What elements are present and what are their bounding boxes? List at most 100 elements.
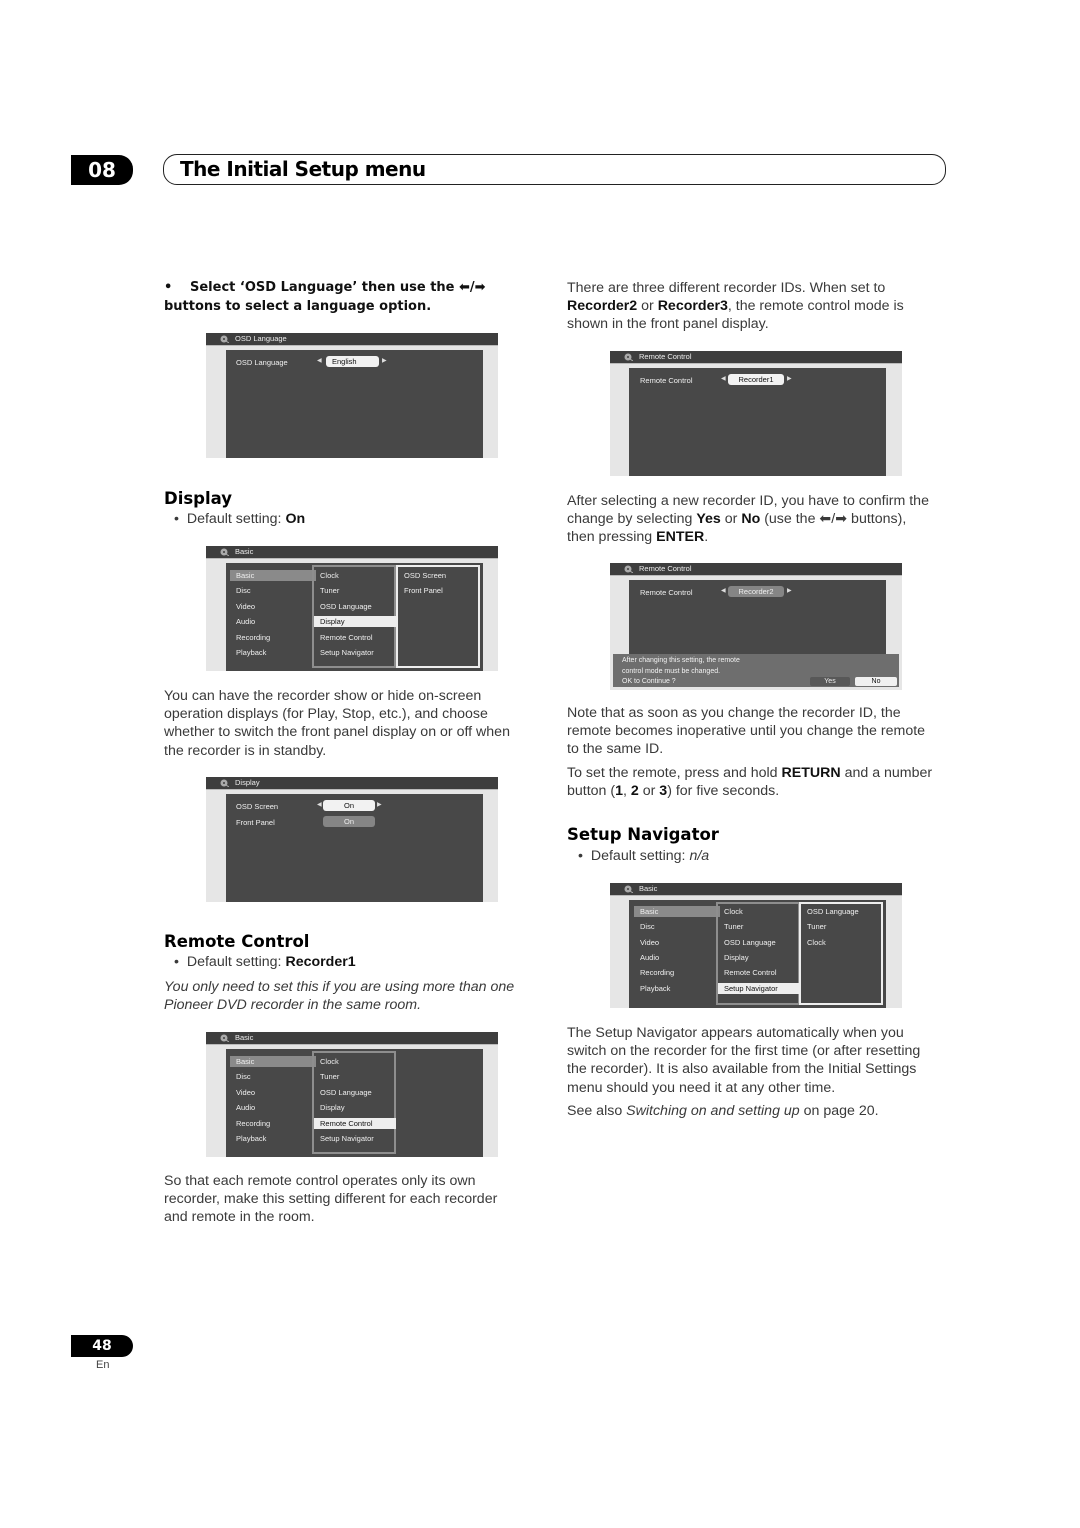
right-arrow-icon[interactable]: ▶ bbox=[377, 800, 382, 811]
submenu-osd-language[interactable]: OSD Language bbox=[314, 1087, 396, 1098]
no-button[interactable]: No bbox=[855, 677, 897, 686]
submenu-osd-language[interactable]: OSD Language bbox=[718, 937, 800, 948]
instruction-line-2: buttons to select a language option. bbox=[164, 298, 432, 314]
right-arrow-icon[interactable]: ▶ bbox=[382, 356, 387, 367]
text-line: the recorder is in standby. bbox=[164, 742, 327, 759]
menu-disc[interactable]: Disc bbox=[230, 1071, 316, 1082]
osd-title-bar: Remote Control bbox=[610, 351, 902, 364]
yes-term: Yes bbox=[696, 511, 721, 528]
option-osd-screen[interactable]: OSD Screen bbox=[398, 570, 480, 581]
basic-menu-screen-display: Basic Basic Disc Video Audio Recording P… bbox=[206, 546, 498, 671]
disc-icon bbox=[220, 548, 229, 556]
number-term: 3 bbox=[659, 783, 668, 800]
submenu-setup-navigator[interactable]: Setup Navigator bbox=[718, 983, 800, 994]
submenu-remote-control[interactable]: Remote Control bbox=[314, 632, 396, 643]
text-fragment: . bbox=[704, 529, 709, 546]
menu-recording[interactable]: Recording bbox=[230, 632, 316, 643]
menu-recording[interactable]: Recording bbox=[634, 967, 720, 978]
text-fragment: , bbox=[623, 783, 631, 800]
basic-menu-screen-navigator: Basic Basic Disc Video Audio Recording P… bbox=[610, 883, 902, 1008]
submenu-tuner[interactable]: Tuner bbox=[314, 1071, 396, 1082]
remote-control-screen-1: Remote Control Remote Control ◀ Recorder… bbox=[610, 351, 902, 476]
text-line: menu should you need it at any other tim… bbox=[567, 1079, 836, 1096]
submenu-display[interactable]: Display bbox=[314, 616, 396, 627]
osd-screen-value[interactable]: On bbox=[323, 800, 375, 811]
submenu-setup-navigator[interactable]: Setup Navigator bbox=[314, 647, 396, 658]
option-osd-language[interactable]: OSD Language bbox=[801, 906, 883, 917]
menu-playback[interactable]: Playback bbox=[230, 647, 316, 658]
text-line: So that each remote control operates onl… bbox=[164, 1173, 476, 1189]
text-fragment: or bbox=[637, 298, 658, 315]
remote-control-value[interactable]: Recorder1 bbox=[728, 374, 784, 385]
menu-basic[interactable]: Basic bbox=[634, 906, 720, 917]
osd-language-value[interactable]: English bbox=[326, 356, 379, 367]
disc-icon bbox=[220, 779, 229, 787]
option-tuner[interactable]: Tuner bbox=[801, 921, 883, 932]
menu-playback[interactable]: Playback bbox=[230, 1133, 316, 1144]
number-term: 2 bbox=[630, 783, 639, 800]
osd-title: Basic bbox=[639, 884, 658, 893]
left-arrow-icon[interactable]: ◀ bbox=[721, 586, 726, 597]
confirm-instructions: After selecting a new recorder ID, you h… bbox=[567, 492, 952, 547]
front-panel-value[interactable]: On bbox=[323, 816, 375, 827]
text-fragment: and a number bbox=[840, 765, 933, 781]
text-line: After selecting a new recorder ID, you h… bbox=[567, 493, 929, 509]
osd-panel: Remote Control ◀ Recorder1 ▶ bbox=[629, 368, 886, 476]
menu-video[interactable]: Video bbox=[634, 937, 720, 948]
remote-control-screen-2: Remote Control Remote Control ◀ Recorder… bbox=[610, 563, 902, 690]
recorder-id-note: Note that as soon as you change the reco… bbox=[567, 704, 952, 759]
set-remote-instructions: To set the remote, press and hold RETURN… bbox=[567, 764, 952, 800]
menu-disc[interactable]: Disc bbox=[230, 585, 316, 596]
menu-audio[interactable]: Audio bbox=[230, 616, 316, 627]
disc-icon bbox=[624, 353, 633, 361]
menu-audio[interactable]: Audio bbox=[634, 952, 720, 963]
disc-icon bbox=[624, 565, 633, 573]
text-line: control mode must be changed. bbox=[622, 667, 721, 675]
submenu-clock[interactable]: Clock bbox=[314, 570, 396, 581]
text-fragment: To set the remote, press and hold bbox=[567, 765, 782, 781]
menu-disc[interactable]: Disc bbox=[634, 921, 720, 932]
text-fragment: change by selecting bbox=[567, 511, 697, 528]
text-line: and remote in the room. bbox=[164, 1209, 315, 1226]
menu-recording[interactable]: Recording bbox=[230, 1118, 316, 1129]
default-value: Recorder1 bbox=[285, 954, 356, 970]
submenu-clock[interactable]: Clock bbox=[718, 906, 800, 917]
text-line: remote becomes inoperative until you cha… bbox=[567, 723, 926, 740]
remote-control-value[interactable]: Recorder2 bbox=[728, 586, 784, 597]
menu-audio[interactable]: Audio bbox=[230, 1102, 316, 1113]
option-front-panel[interactable]: Front Panel bbox=[398, 585, 480, 596]
text-fragment: then pressing bbox=[567, 529, 657, 546]
display-description: You can have the recorder show or hide o… bbox=[164, 687, 544, 760]
menu-video[interactable]: Video bbox=[230, 601, 316, 612]
text-fragment: or bbox=[720, 511, 742, 528]
remote-control-label: Remote Control bbox=[640, 376, 693, 385]
right-arrow-icon[interactable]: ▶ bbox=[787, 586, 792, 597]
cross-reference-link[interactable]: Switching on and setting up bbox=[626, 1103, 800, 1119]
submenu-tuner[interactable]: Tuner bbox=[718, 921, 800, 932]
menu-playback[interactable]: Playback bbox=[634, 983, 720, 994]
right-arrow-icon[interactable]: ▶ bbox=[787, 374, 792, 385]
text-line: shown in the front panel display. bbox=[567, 316, 769, 333]
submenu-display[interactable]: Display bbox=[718, 952, 800, 963]
option-clock[interactable]: Clock bbox=[801, 937, 883, 948]
number-term: 1 bbox=[615, 783, 624, 800]
menu-video[interactable]: Video bbox=[230, 1087, 316, 1098]
submenu-setup-navigator[interactable]: Setup Navigator bbox=[314, 1133, 396, 1144]
submenu-clock[interactable]: Clock bbox=[314, 1056, 396, 1067]
submenu-remote-control[interactable]: Remote Control bbox=[314, 1118, 396, 1129]
left-arrow-icon[interactable]: ◀ bbox=[317, 356, 322, 367]
osd-panel: Remote Control ◀ Recorder2 ▶ bbox=[629, 580, 886, 655]
submenu-osd-language[interactable]: OSD Language bbox=[314, 601, 396, 612]
osd-panel: OSD Language ◀ English ▶ bbox=[226, 350, 483, 458]
submenu-display[interactable]: Display bbox=[314, 1102, 396, 1113]
left-arrow-icon[interactable]: ◀ bbox=[721, 374, 726, 385]
submenu-tuner[interactable]: Tuner bbox=[314, 585, 396, 596]
yes-button[interactable]: Yes bbox=[810, 677, 850, 686]
submenu-remote-control[interactable]: Remote Control bbox=[718, 967, 800, 978]
osd-title: Basic bbox=[235, 547, 254, 556]
menu-basic[interactable]: Basic bbox=[230, 570, 316, 581]
menu-basic[interactable]: Basic bbox=[230, 1056, 316, 1067]
left-arrow-icon[interactable]: ◀ bbox=[317, 800, 322, 811]
text-fragment: button ( bbox=[567, 783, 616, 800]
remote-control-label: Remote Control bbox=[640, 588, 693, 597]
